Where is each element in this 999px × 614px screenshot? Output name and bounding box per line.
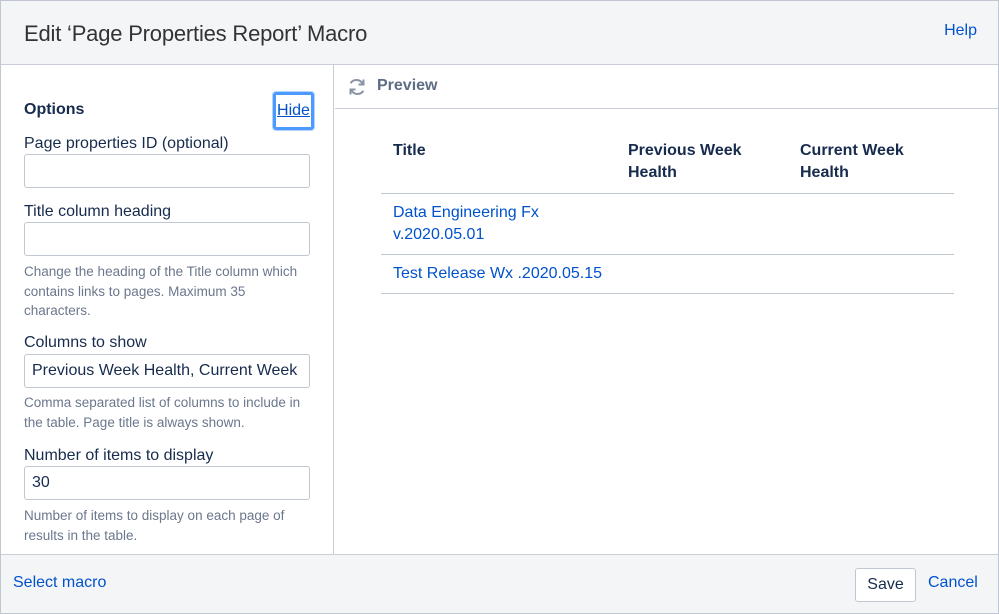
columns-to-show-label: Columns to show (24, 334, 147, 351)
save-button[interactable]: Save (855, 568, 916, 602)
dialog-title: Edit ‘Page Properties Report’ Macro (24, 21, 368, 46)
page-link[interactable]: Data Engineering Fx v.2020.05.01 (393, 204, 539, 243)
refresh-icon[interactable] (347, 77, 367, 97)
title-column-heading-input[interactable] (24, 222, 310, 256)
page-link[interactable]: Test Release Wx .2020.05.15 (393, 265, 602, 282)
column-header-current-week-health: Current Week Health (788, 135, 954, 194)
page-properties-id-label: Page properties ID (optional) (24, 135, 229, 152)
table-row: Data Engineering Fx v.2020.05.01 (381, 193, 954, 255)
table-cell: Test Release Wx .2020.05.15 (381, 254, 616, 294)
title-column-heading-description: Change the heading of the Title column w… (24, 264, 298, 318)
help-link[interactable]: Help (944, 22, 977, 40)
options-heading: Options (24, 101, 85, 118)
table-cell (788, 254, 954, 294)
page-properties-id-input[interactable] (24, 154, 310, 188)
preview-label: Preview (377, 77, 438, 94)
macro-editor-dialog: Edit ‘Page Properties Report’ Macro Help… (0, 0, 999, 614)
columns-to-show-description: Comma separated list of columns to inclu… (24, 395, 301, 430)
options-panel: Options Hide Page properties ID (optiona… (1, 65, 334, 554)
cancel-link[interactable]: Cancel (928, 574, 978, 592)
preview-area: Title Previous Week Health Current Week … (335, 109, 998, 554)
table-cell (616, 193, 788, 255)
number-of-items-label: Number of items to display (24, 447, 214, 464)
dialog-header: Edit ‘Page Properties Report’ Macro Help (1, 1, 998, 65)
hide-options-link[interactable]: Hide (273, 92, 314, 130)
column-header-title: Title (381, 135, 616, 194)
columns-to-show-input[interactable] (24, 354, 310, 388)
number-of-items-input[interactable] (24, 466, 310, 500)
table-cell (788, 193, 954, 255)
column-header-previous-week-health: Previous Week Health (616, 135, 788, 194)
number-of-items-description: Number of items to display on each page … (24, 508, 285, 543)
table-cell (616, 254, 788, 294)
report-table: Title Previous Week Health Current Week … (381, 135, 954, 294)
title-column-heading-label: Title column heading (24, 203, 172, 220)
table-header-row: Title Previous Week Health Current Week … (381, 135, 954, 194)
table-cell: Data Engineering Fx v.2020.05.01 (381, 193, 616, 255)
select-macro-link[interactable]: Select macro (13, 574, 106, 592)
table-row: Test Release Wx .2020.05.15 (381, 254, 954, 294)
dialog-footer: Select macro Save Cancel (1, 554, 998, 613)
preview-bar: Preview (335, 65, 998, 109)
